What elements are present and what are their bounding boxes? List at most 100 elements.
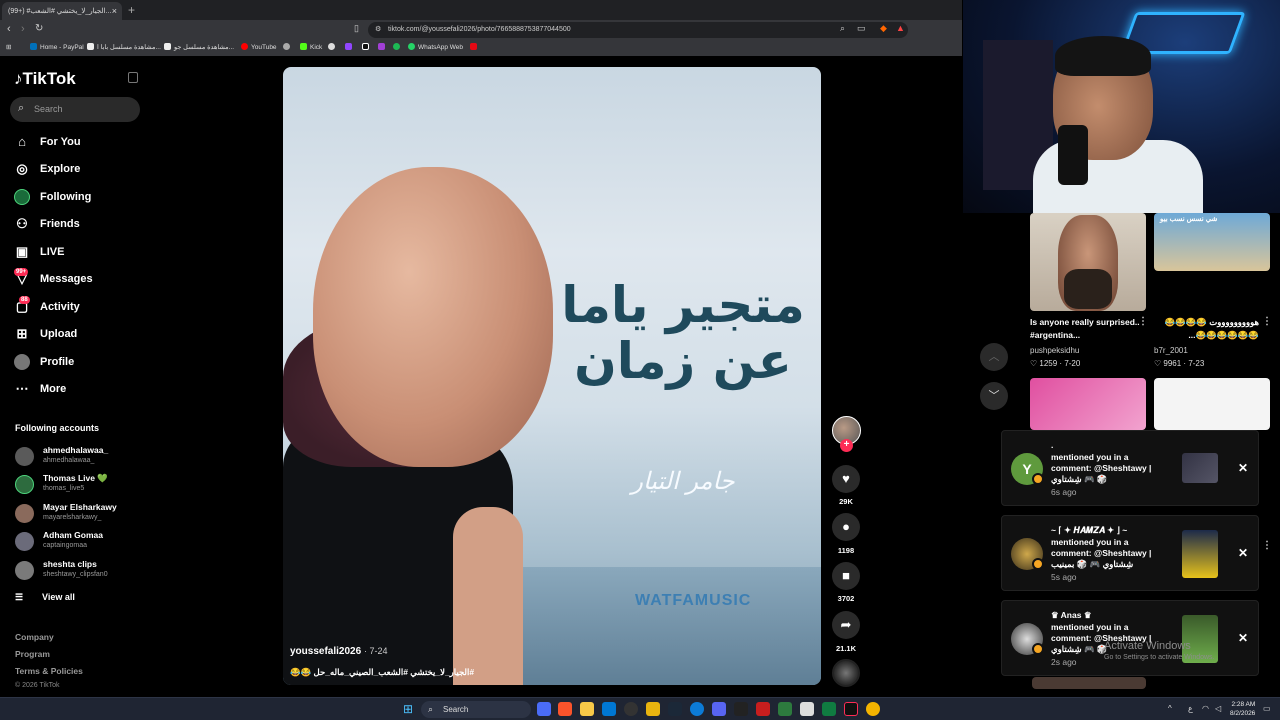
bookmark-ext-1[interactable] [328,43,338,51]
store-icon[interactable] [602,702,616,716]
apps-grid-icon[interactable]: ⊞ [6,43,11,51]
brave-shield-icon[interactable]: ◆ [880,23,887,34]
close-icon[interactable]: ✕ [1238,546,1248,560]
app-icon[interactable] [646,702,660,716]
feed-thumbnail[interactable] [1154,378,1270,430]
footer-company[interactable]: Company [15,632,54,642]
kick-icon [300,43,307,50]
github-icon[interactable] [624,702,638,716]
bookmark-whatsapp[interactable]: WhatsApp Web [408,43,463,51]
bookmark-series-2[interactable]: مشاهدة مسلسل جو... [164,43,234,51]
bookmark-page-icon[interactable]: ▯ [354,23,359,34]
close-icon[interactable]: ✕ [1238,631,1248,645]
taskbar-clock[interactable]: 2:28 AM 8/2/2026 [1230,700,1255,718]
discord-icon[interactable] [712,702,726,716]
tiktok-icon[interactable] [844,702,858,716]
volume-icon[interactable]: ◁ [1215,704,1221,713]
search-input[interactable]: ⌕ Search [10,97,140,122]
footer-program[interactable]: Program [15,649,50,659]
bookmark-youtube[interactable]: YouTube [241,43,277,51]
tray-chevron-icon[interactable]: ^ [1168,704,1172,713]
music-disc-icon[interactable] [832,659,860,687]
share-button[interactable]: ➦ [832,611,860,639]
mention-notification[interactable]: ♛ Anas ♛ mentioned you in a comment: @Sh… [1001,600,1259,676]
feed-thumbnail[interactable] [1030,378,1146,430]
bookmark-spotify[interactable] [393,43,403,51]
youtube-icon [241,43,248,50]
chrome-icon[interactable] [866,702,880,716]
file-explorer-icon[interactable] [580,702,594,716]
url-text: tiktok.com/@youssefali2026/photo/7665888… [388,26,571,33]
search-placeholder: Search [34,104,63,114]
bookmark-paypal[interactable]: Home - PayPal [30,43,84,51]
brave-icon[interactable] [558,702,572,716]
search-icon: ⌕ [428,704,434,714]
next-post-button[interactable]: ﹀ [980,382,1008,410]
cast-icon[interactable]: ▭ [857,23,866,34]
feed-author[interactable]: b7r_2001 [1154,346,1188,355]
feed-thumbnail[interactable] [1032,677,1146,689]
browser-tab[interactable]: (99+) #الجيار_لا_يختشي #الشعب... × [2,2,122,20]
footer-terms[interactable]: Terms & Policies [15,666,83,676]
app-icon[interactable] [800,702,814,716]
steam-icon[interactable] [668,702,682,716]
obs-icon[interactable] [734,702,748,716]
rewards-icon[interactable]: ▲ [896,23,905,33]
more-options-icon[interactable]: ⋮ [1138,316,1148,327]
post-caption[interactable]: #الجيار_لا_يختشي #الشعب_الصيني_ماله_حل 😂… [290,667,474,678]
bookmark-ext-2[interactable] [378,43,388,51]
notifications-icon[interactable]: ▭ [1263,704,1271,713]
feed-author[interactable]: pushpeksidhu [1030,346,1079,355]
excel-icon[interactable] [822,702,836,716]
mention-notification[interactable]: ~ ⌈ ✦ 𝑯𝑨𝑴𝒁𝑨 ✦ ⌋ ~ mentioned you in a com… [1001,515,1259,591]
windows-start-icon[interactable]: ⊞ [401,702,415,716]
zoom-icon[interactable]: ⌕ [840,23,845,34]
language-icon[interactable]: ع [1188,704,1193,713]
feed-caption[interactable]: Is anyone really surprised.. #argentina.… [1030,316,1140,342]
post-photo[interactable]: متجير ياما عن زمان جامر التيار WATFAMUSI… [283,67,821,685]
feed-caption[interactable]: هوووووووووت 😂😂😂😂 😂😂😂😂😂😂... [1154,316,1259,342]
tiktok-logo[interactable]: ♪TikTok [14,69,76,89]
follow-plus-icon[interactable]: + [840,439,853,452]
bookmark-series-1[interactable]: مشاهدة مسلسل بابا ا... [87,43,161,51]
post-author[interactable]: youssefali2026 · 7-24 [290,646,387,657]
new-tab-button[interactable]: + [128,3,135,17]
extension-icon [328,43,335,50]
share-count: 21.1K [835,644,856,653]
forward-icon[interactable]: › [21,23,25,35]
tiktok-note-icon: ♪ [14,69,23,88]
profile-avatar-icon [14,354,30,370]
tab-close-icon[interactable]: × [112,6,117,16]
feed-thumbnail[interactable]: شي نسس نسب بيو [1154,213,1270,271]
save-button[interactable]: ■ [832,562,860,590]
site-info-icon[interactable]: ⚙ [375,25,381,33]
bookmark-kick[interactable]: Kick [300,43,322,51]
messages-badge: 99+ [14,268,29,276]
post-date: · 7-24 [363,646,388,656]
wifi-icon[interactable]: ◠ [1202,704,1209,713]
view-all-button[interactable]: ☰ View all [15,592,75,603]
bookmark-netflix[interactable] [470,43,480,51]
bookmark-tiktok[interactable] [362,43,372,51]
feed-thumbnail[interactable] [1030,213,1146,311]
like-button[interactable]: ♥ [832,465,860,493]
edge-icon[interactable] [690,702,704,716]
more-options-icon[interactable]: ⋮ [1262,540,1272,551]
acrobat-icon[interactable] [756,702,770,716]
comment-button[interactable]: ● [832,513,860,541]
copilot-icon[interactable] [537,702,551,716]
reload-icon[interactable]: ↻ [35,23,43,34]
url-input[interactable]: ⚙ tiktok.com/@youssefali2026/photo/76658… [368,22,908,38]
bookmark-globe[interactable] [283,43,293,51]
app-icon[interactable] [778,702,792,716]
notification-thumbnail[interactable] [1182,530,1218,578]
notification-thumbnail[interactable] [1182,453,1218,483]
mention-notification[interactable]: Y . mentioned you in a comment: @Sheshta… [1001,430,1259,506]
bookmark-twitch[interactable] [345,43,355,51]
more-options-icon[interactable]: ⋮ [1262,316,1272,327]
back-icon[interactable]: ‹ [7,23,11,35]
taskbar-search[interactable]: ⌕ Search [421,701,531,718]
previous-post-button[interactable]: ︿ [980,343,1008,371]
collapse-sidebar-icon[interactable] [128,72,138,83]
close-icon[interactable]: ✕ [1238,461,1248,475]
